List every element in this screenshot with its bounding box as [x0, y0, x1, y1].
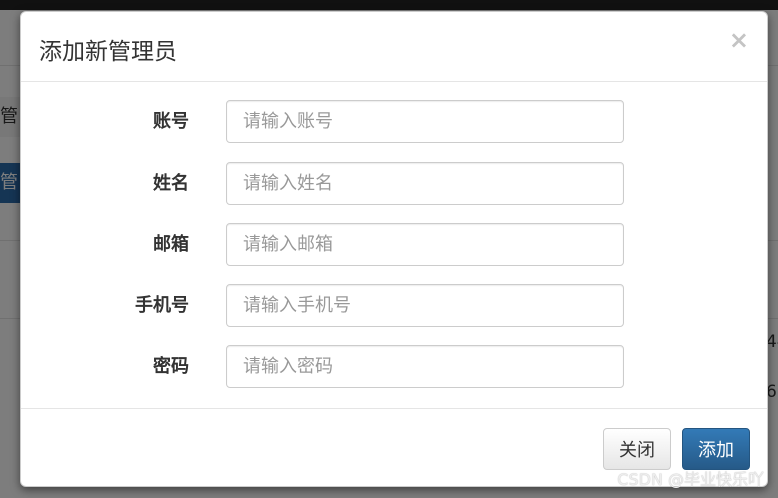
add-admin-modal: 添加新管理员 × 账号 姓名 邮箱 手机号 密码 关闭 添加	[20, 11, 768, 487]
phone-label: 手机号	[135, 295, 189, 316]
watermark: CSDN @毕业快乐吖	[617, 470, 764, 489]
form-row-phone: 手机号	[21, 284, 767, 327]
email-label: 邮箱	[153, 234, 189, 255]
close-icon[interactable]: ×	[729, 26, 749, 54]
phone-input[interactable]	[226, 284, 624, 327]
account-label: 账号	[153, 111, 189, 132]
account-input[interactable]	[226, 100, 624, 143]
name-input[interactable]	[226, 162, 624, 205]
modal-header: 添加新管理员 ×	[21, 12, 767, 82]
form-row-password: 密码	[21, 345, 767, 388]
password-label: 密码	[153, 356, 189, 377]
password-input[interactable]	[226, 345, 624, 388]
modal-title: 添加新管理员	[39, 39, 177, 65]
add-button[interactable]: 添加	[682, 428, 750, 470]
email-input[interactable]	[226, 223, 624, 266]
form-row-email: 邮箱	[21, 223, 767, 266]
form-row-account: 账号	[21, 100, 767, 143]
form-row-name: 姓名	[21, 162, 767, 205]
name-label: 姓名	[153, 173, 189, 194]
close-button[interactable]: 关闭	[603, 428, 671, 470]
